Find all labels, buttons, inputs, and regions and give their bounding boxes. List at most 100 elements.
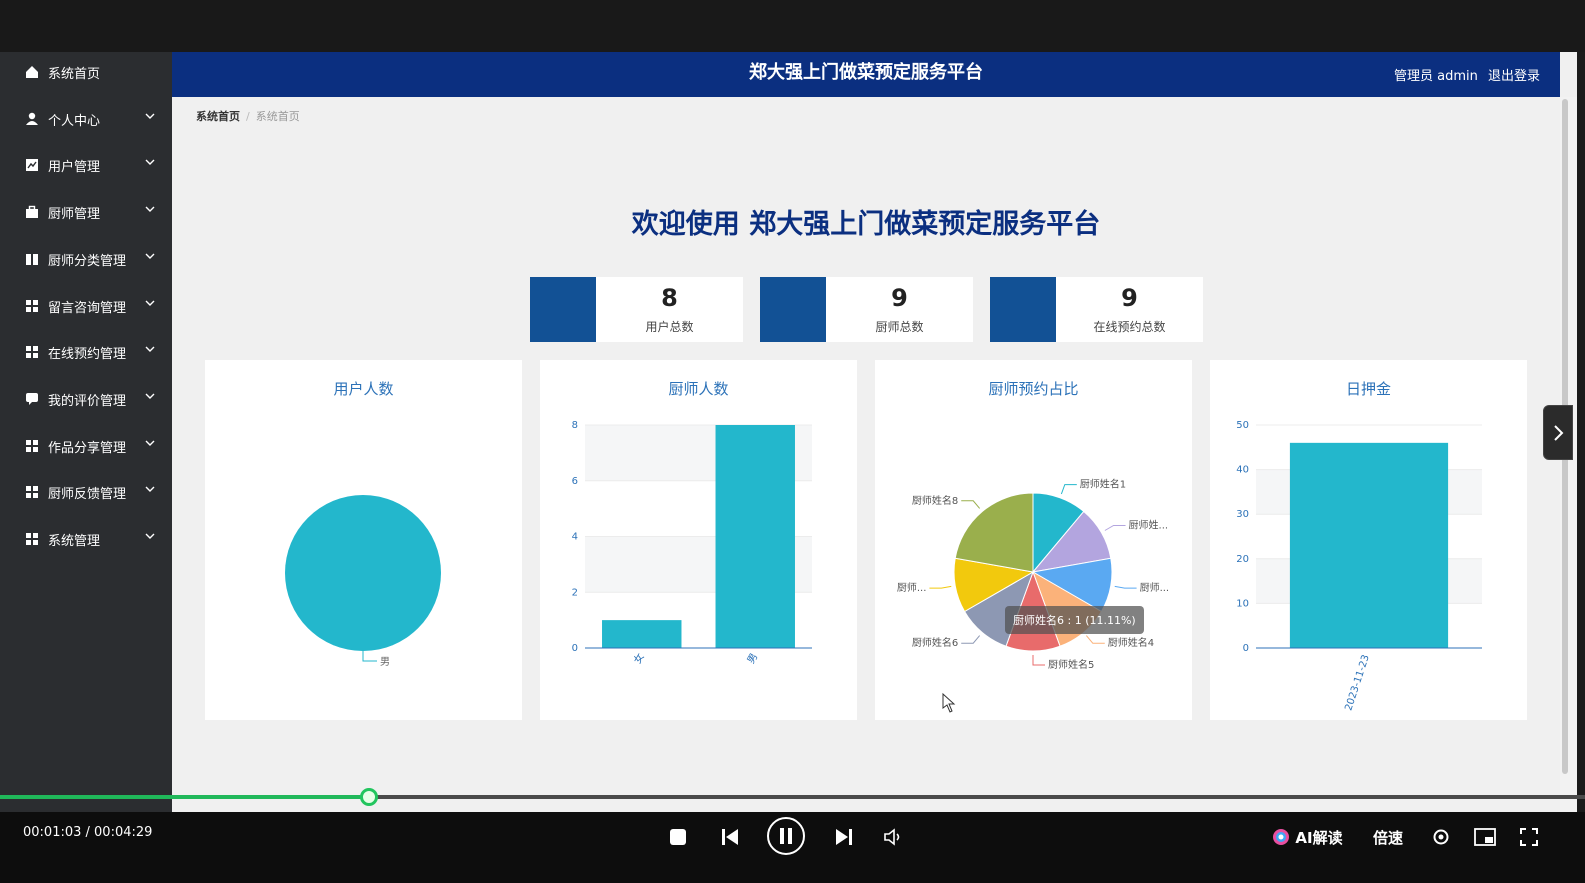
y-tick-label: 6 xyxy=(572,476,578,487)
sidebar-item-label: 系统首页 xyxy=(48,67,101,82)
sidebar-item-3[interactable]: 厨师管理 xyxy=(0,192,172,232)
chevron-down-icon xyxy=(145,206,155,213)
ai-explain-button[interactable]: AI解读 xyxy=(1267,822,1347,852)
sidebar-item-6[interactable]: 在线预约管理 xyxy=(0,332,172,372)
stop-button[interactable] xyxy=(666,822,690,852)
pause-button[interactable] xyxy=(766,816,806,856)
chart-card-user-count: 男 用户人数 xyxy=(205,360,522,720)
sidebar-item-8[interactable]: 作品分享管理 xyxy=(0,426,172,466)
sidebar-item-9[interactable]: 厨师反馈管理 xyxy=(0,472,172,512)
sidebar-item-label: 厨师反馈管理 xyxy=(48,487,127,503)
bar xyxy=(1289,442,1449,648)
chevron-down-icon xyxy=(145,113,155,119)
ai-explain-label: AI解读 xyxy=(1295,828,1343,847)
chevron-down-icon xyxy=(145,533,155,539)
progress-handle[interactable] xyxy=(360,788,378,806)
skip-forward-icon xyxy=(836,829,852,845)
y-tick-label: 2 xyxy=(572,587,578,598)
pause-icon xyxy=(767,817,805,855)
chevron-down-icon xyxy=(145,440,155,446)
chef-count-bar-chart: 0 2 4 6 8 女 男 xyxy=(572,420,812,666)
stat-value: 9 xyxy=(1121,284,1138,312)
sidebar-item-label: 厨师管理 xyxy=(48,207,101,223)
sidebar-item-label: 个人中心 xyxy=(48,113,101,129)
y-tick-label: 20 xyxy=(1236,554,1249,565)
breadcrumb-separator: / xyxy=(246,110,250,123)
pie-label-line xyxy=(929,585,952,589)
chevron-down-icon xyxy=(145,159,155,166)
sidebar: 系统首页个人中心用户管理厨师管理厨师分类管理 留言咨询管理 在线预约管理 我的评价管理… xyxy=(0,52,172,812)
mouse-cursor-icon xyxy=(942,692,956,713)
chevron-down-icon xyxy=(145,346,155,353)
fullscreen-button[interactable] xyxy=(1517,822,1541,852)
site-title: 郑大强上门做菜预定服务平台 xyxy=(749,62,983,83)
gear-icon xyxy=(1433,829,1449,845)
admin-app: 系统首页 个人中心 用户管理 厨师管理 厨师分类管理 留言咨询管理 在线预约管理 我的评价管理… xyxy=(0,52,1577,812)
logout-link[interactable]: 退出登录 xyxy=(1488,69,1540,84)
pie-label-line xyxy=(961,635,981,644)
next-button[interactable] xyxy=(832,822,856,852)
sidebar-item-label: 作品分享管理 xyxy=(48,440,127,456)
chart-tooltip: 厨师姓名6 : 1 (11.11%) xyxy=(1005,606,1144,634)
stat-color-block xyxy=(530,277,596,342)
chart-title: 用户人数 xyxy=(333,380,394,398)
sidebar-item-1[interactable]: 个人中心 xyxy=(0,99,172,139)
chevron-down-icon xyxy=(145,393,155,399)
stat-label: 在线预约总数 xyxy=(1093,320,1166,334)
chart-icon xyxy=(26,159,38,172)
home-icon xyxy=(26,66,38,78)
sidebar-item-label: 我的评价管理 xyxy=(48,393,127,409)
stat-value: 9 xyxy=(891,284,908,312)
sidebar-item-10[interactable]: 系统管理 xyxy=(0,519,172,559)
x-tick-label: 女 xyxy=(631,651,647,666)
stat-color-block xyxy=(760,277,826,342)
sidebar-item-label: 在线预约管理 xyxy=(48,347,127,363)
chevron-down-icon xyxy=(145,253,155,259)
user-icon xyxy=(26,112,38,125)
pie-slice xyxy=(954,492,1034,573)
y-tick-label: 50 xyxy=(1236,420,1249,431)
video-top-bar xyxy=(0,0,1585,52)
y-tick-label: 10 xyxy=(1236,598,1249,609)
grid-icon xyxy=(26,299,38,312)
settings-button[interactable] xyxy=(1429,822,1453,852)
bar xyxy=(715,425,795,648)
side-expand-button[interactable] xyxy=(1543,405,1573,460)
sidebar-item-4[interactable]: 厨师分类管理 xyxy=(0,239,172,279)
y-tick-label: 0 xyxy=(1243,643,1249,654)
sidebar-item-7[interactable]: 我的评价管理 xyxy=(0,379,172,419)
sidebar-item-label: 厨师分类管理 xyxy=(48,253,127,269)
pie-slice-label: 厨师... xyxy=(897,581,927,594)
book-icon xyxy=(26,253,38,265)
previous-button[interactable] xyxy=(718,822,742,852)
user-count-pie-chart: 男 xyxy=(285,495,441,668)
chart-card-daily-deposit: 0 10 20 30 40 50 2023-11-23 日押金 xyxy=(1210,360,1527,720)
volume-button[interactable] xyxy=(881,822,905,852)
pip-icon xyxy=(1474,828,1496,846)
pie-label-line xyxy=(1114,585,1137,589)
pie-slice-label: 厨师... xyxy=(1140,581,1170,594)
header-user-area: 管理员 admin 退出登录 xyxy=(1388,65,1540,84)
sidebar-item-0[interactable]: 系统首页 xyxy=(0,52,172,92)
pie-label-line xyxy=(961,500,981,509)
pie-label-line xyxy=(1104,525,1126,531)
grid-icon xyxy=(26,533,38,545)
chef-booking-pie-chart: 厨师姓名1 厨师姓... 厨师... 厨师姓名4 厨师姓名5 厨师姓名6 厨师... 厨师姓名… xyxy=(897,478,1170,713)
pie-slice-label: 厨师姓名1 xyxy=(1080,478,1126,491)
chevron-down-icon xyxy=(145,486,155,493)
pie-slice-label: 厨师姓名6 xyxy=(912,636,958,649)
volume-icon xyxy=(884,828,900,846)
picture-in-picture-button[interactable] xyxy=(1473,822,1497,852)
pie-slice xyxy=(285,495,441,651)
sidebar-item-label: 留言咨询管理 xyxy=(48,300,127,316)
chart-card-chef-booking-share: 厨师姓名1 厨师姓... 厨师... 厨师姓名4 厨师姓名5 厨师姓名6 厨师... 厨师姓名… xyxy=(875,360,1192,720)
sidebar-item-2[interactable]: 用户管理 xyxy=(0,145,172,185)
breadcrumb-root[interactable]: 系统首页 xyxy=(196,110,240,123)
x-tick-label: 2023-11-23 xyxy=(1343,654,1371,713)
speed-button[interactable]: 倍速 xyxy=(1370,822,1406,852)
pie-label-line xyxy=(1060,484,1077,495)
sidebar-item-5[interactable]: 留言咨询管理 xyxy=(0,286,172,326)
top-header: 郑大强上门做菜预定服务平台 管理员 admin 退出登录 xyxy=(172,52,1560,97)
fullscreen-icon xyxy=(1520,828,1538,846)
chevron-down-icon xyxy=(145,300,155,306)
